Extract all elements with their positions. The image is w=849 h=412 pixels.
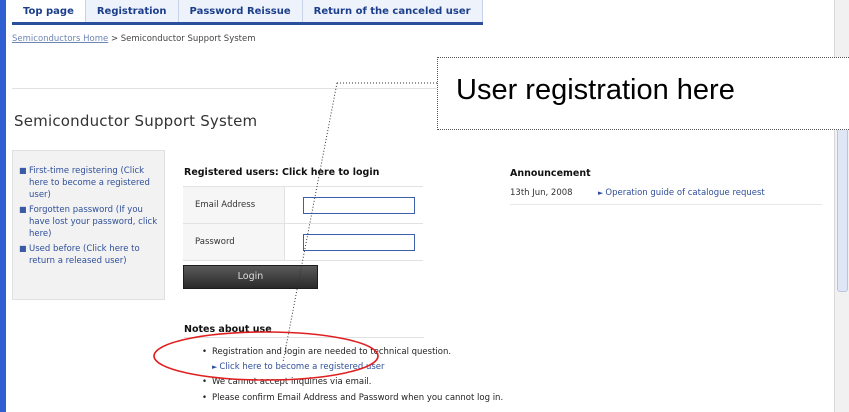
sidebar-item-label: Forgotten password (If you have lost you… — [29, 205, 158, 239]
bullet-dot-icon: • — [202, 377, 208, 387]
breadcrumb: Semiconductors Home > Semiconductor Supp… — [12, 34, 256, 44]
announcement-link[interactable]: ► Operation guide of catalogue request — [598, 188, 765, 198]
announcement-link-label: Operation guide of catalogue request — [605, 188, 765, 198]
email-field[interactable] — [303, 196, 415, 214]
callout-text: User registration here — [456, 74, 735, 106]
note-text: We cannot accept inquiries via email. — [212, 377, 372, 387]
triangle-right-icon: ► — [212, 363, 218, 371]
breadcrumb-separator: > — [110, 34, 119, 44]
tab-password-reissue[interactable]: Password Reissue — [178, 0, 303, 22]
note-text: Registration and login are needed to tec… — [212, 347, 452, 357]
top-navigation: Top page Registration Password Reissue R… — [12, 0, 483, 25]
password-label: Password — [183, 224, 285, 260]
square-bullet-icon: ■ — [19, 205, 27, 214]
tab-return-canceled-user[interactable]: Return of the canceled user — [302, 0, 483, 22]
breadcrumb-current: Semiconductor Support System — [120, 34, 256, 44]
email-row: Email Address — [183, 187, 423, 224]
password-field[interactable] — [303, 233, 415, 251]
window-left-border — [0, 0, 6, 412]
bullet-dot-icon: • — [202, 347, 208, 357]
sidebar-item-first-time-registering[interactable]: ■ First-time registering (Click here to … — [19, 165, 160, 201]
announcement-date: 13th Jun, 2008 — [510, 188, 573, 198]
tab-top-page[interactable]: Top page — [12, 0, 86, 22]
sidebar-item-used-before[interactable]: ■ Used before (Click here to return a re… — [19, 243, 160, 267]
bullet-dot-icon: • — [202, 393, 208, 403]
password-row: Password — [183, 224, 423, 261]
tab-registration[interactable]: Registration — [85, 0, 179, 22]
note-item: • We cannot accept inquiries via email. — [202, 377, 372, 387]
page-title: Semiconductor Support System — [14, 112, 258, 130]
announcement-header: Announcement — [510, 168, 591, 179]
square-bullet-icon: ■ — [19, 244, 27, 253]
breadcrumb-home-link[interactable]: Semiconductors Home — [12, 34, 108, 44]
login-form: Email Address Password — [183, 186, 423, 261]
announcement-row: 13th Jun, 2008 ► Operation guide of catal… — [510, 186, 822, 205]
square-bullet-icon: ■ — [19, 166, 27, 175]
register-link-label: Click here to become a registered user — [219, 362, 385, 372]
notes-divider — [184, 337, 424, 338]
note-item: • Please confirm Email Address and Passwo… — [202, 393, 503, 403]
note-item: • Registration and login are needed to te… — [202, 347, 451, 357]
register-link[interactable]: ► Click here to become a registered user — [212, 362, 385, 372]
sidebar: ■ First-time registering (Click here to … — [12, 150, 165, 300]
triangle-right-icon: ► — [598, 189, 604, 197]
login-button[interactable]: Login — [183, 265, 318, 289]
callout-box: User registration here — [437, 57, 849, 130]
sidebar-item-label: Used before (Click here to return a rele… — [29, 244, 140, 266]
note-text: Please confirm Email Address and Passwor… — [212, 393, 504, 403]
login-section-header: Registered users: Click here to login — [184, 167, 380, 178]
scrollbar-thumb[interactable] — [837, 120, 848, 292]
notes-title: Notes about use — [184, 324, 272, 335]
sidebar-item-label: First-time registering (Click here to be… — [29, 166, 150, 200]
email-label: Email Address — [183, 187, 285, 223]
sidebar-item-forgotten-password[interactable]: ■ Forgotten password (If you have lost y… — [19, 204, 160, 240]
